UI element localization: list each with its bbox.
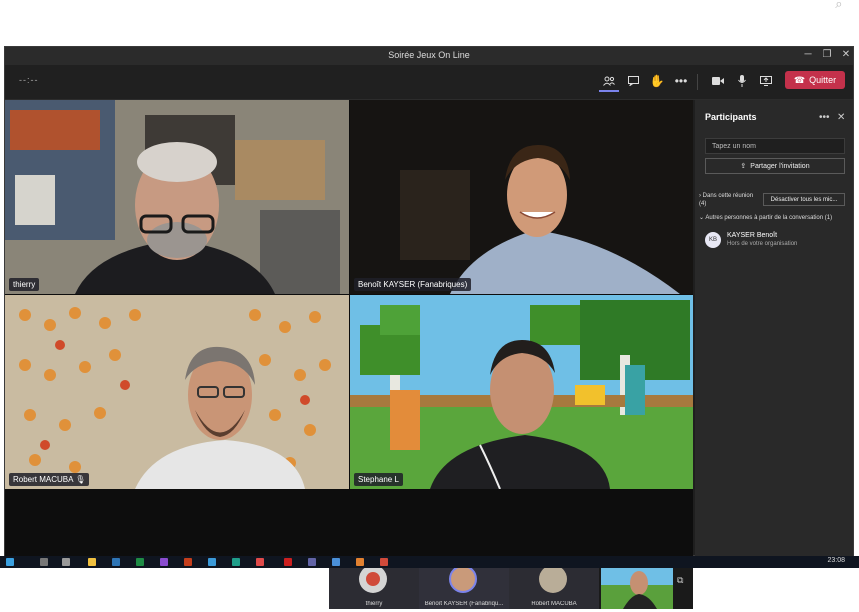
edge-icon[interactable]	[208, 558, 216, 566]
windows-taskbar: 23:08	[0, 556, 859, 568]
participant-name-label: Benoît KAYSER (Fanabriques)	[354, 278, 472, 291]
toolbar-divider	[697, 74, 698, 90]
avatar: KB	[705, 232, 721, 248]
mute-all-button[interactable]: Désactiver tous les mic...	[763, 193, 845, 206]
start-icon[interactable]	[6, 558, 14, 566]
more-icon[interactable]: •••	[671, 72, 691, 90]
background-page: ⌕	[0, 0, 859, 46]
teams-icon[interactable]	[308, 558, 316, 566]
in-meeting-label: Dans cette réunion (4)	[699, 193, 754, 207]
meeting-toolbar: --:-- ✋ ••• ☎ Quitter	[5, 65, 853, 100]
acrobat-icon[interactable]	[284, 558, 292, 566]
share-screen-icon[interactable]	[756, 72, 776, 90]
video-tile-benoit[interactable]: Benoît KAYSER (Fanabriques)	[350, 100, 693, 294]
app-icon[interactable]	[356, 558, 364, 566]
pane-title: Participants	[705, 112, 757, 122]
participant-name-label: thierry	[9, 278, 40, 291]
onenote-icon[interactable]	[160, 558, 168, 566]
leave-button[interactable]: ☎ Quitter	[785, 71, 845, 89]
thumbnail-name: Benoît KAYSER (Fanabriqu...	[424, 601, 504, 607]
meeting-timer: --:--	[19, 75, 39, 85]
video-tile-stephane[interactable]: Stephane L	[350, 295, 693, 489]
word-icon[interactable]	[112, 558, 120, 566]
participant-status: Hors de votre organisation	[727, 241, 798, 247]
video-tile-thierry[interactable]: thierry	[5, 100, 349, 294]
chat-icon[interactable]	[623, 72, 643, 90]
powerpoint-icon[interactable]	[184, 558, 192, 566]
in-meeting-section-header[interactable]: › Dans cette réunion (4)	[699, 192, 759, 208]
participant-name-label: Stephane L	[354, 473, 403, 486]
participants-pane: Participants ••• ✕ Tapez un nom ⇪ Partag…	[695, 100, 853, 556]
excel-icon[interactable]	[136, 558, 144, 566]
raise-hand-icon[interactable]: ✋	[647, 72, 667, 90]
avatar	[539, 565, 567, 593]
video-stage: thierry Benoît KAYSER (Fanabriques) Robe…	[5, 100, 693, 609]
participant-name: KAYSER Benoît	[727, 232, 778, 239]
maximize-icon[interactable]: ❐	[819, 49, 835, 60]
avatar	[359, 565, 387, 593]
hang-up-icon: ☎	[793, 74, 806, 85]
close-pane-icon[interactable]: ✕	[837, 112, 845, 123]
title-bar: Soirée Jeux On Line ─ ❐ ✕	[5, 47, 853, 65]
search-icon[interactable]	[40, 558, 48, 566]
share-label: Partager l'invitation	[750, 162, 810, 170]
camera-icon[interactable]	[708, 72, 728, 90]
teams-meeting-window: Soirée Jeux On Line ─ ❐ ✕ --:-- ✋ ••• ☎ …	[4, 46, 854, 609]
app-icon[interactable]	[380, 558, 388, 566]
thumbnail-name: thierry	[365, 601, 383, 607]
mic-muted-icon: 🎙	[75, 475, 86, 484]
background-text: ⌕	[835, 0, 849, 11]
taskbar-clock[interactable]: 23:08	[827, 557, 845, 564]
minimize-icon[interactable]: ─	[800, 49, 816, 60]
close-icon[interactable]: ✕	[838, 49, 854, 60]
app-icon[interactable]	[332, 558, 340, 566]
expand-strip-icon[interactable]: ⧉	[677, 575, 683, 586]
avatar	[449, 565, 477, 593]
search-participants-input[interactable]: Tapez un nom	[705, 138, 845, 154]
more-options-icon[interactable]: •••	[819, 112, 830, 123]
others-section-header[interactable]: ⌄ Autres personnes à partir de la conver…	[699, 214, 832, 221]
leave-label: Quitter	[809, 75, 837, 85]
chrome-icon[interactable]	[256, 558, 264, 566]
participant-name-label: Robert MACUBA 🎙	[9, 473, 90, 486]
participant-name: Robert MACUBA	[13, 475, 74, 484]
others-label: Autres personnes à partir de la conversa…	[705, 215, 833, 221]
thumbnail-name: Robert MACUBA	[531, 601, 577, 607]
window-title: Soirée Jeux On Line	[388, 50, 470, 60]
task-view-icon[interactable]	[62, 558, 70, 566]
app-icon[interactable]	[232, 558, 240, 566]
share-invitation-button[interactable]: ⇪ Partager l'invitation	[705, 158, 845, 174]
explorer-icon[interactable]	[88, 558, 96, 566]
share-icon: ⇪	[740, 163, 747, 170]
video-tile-robert[interactable]: Robert MACUBA 🎙	[5, 295, 349, 489]
participant-row[interactable]: KB KAYSER Benoît Hors de votre organisat…	[705, 230, 845, 250]
participants-icon[interactable]	[599, 72, 619, 92]
microphone-icon[interactable]	[732, 72, 752, 90]
